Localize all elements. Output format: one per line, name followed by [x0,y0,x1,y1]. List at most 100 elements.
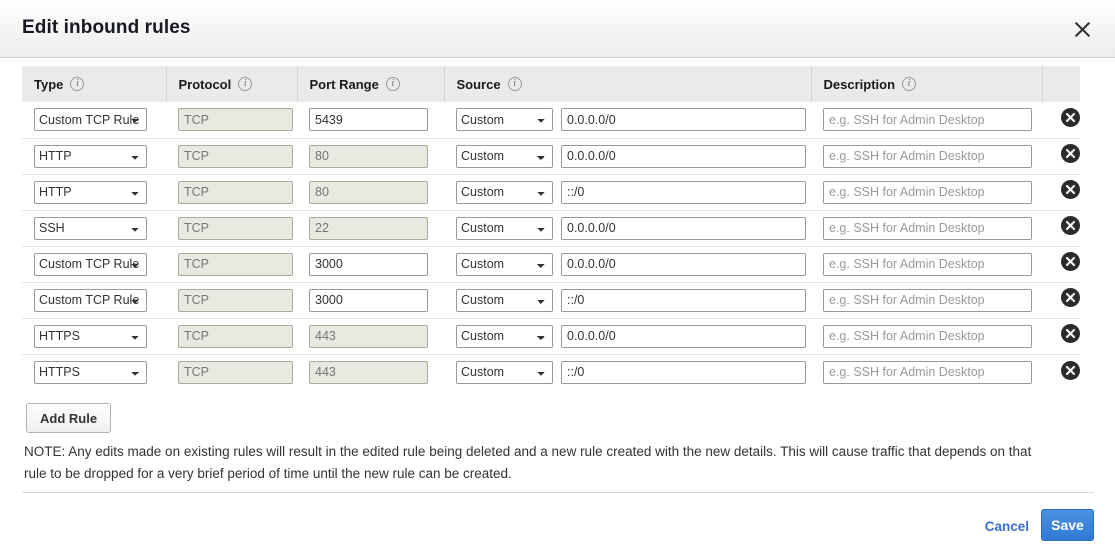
delete-circle-x-icon[interactable] [1060,288,1080,308]
source-kind-select[interactable]: Custom [456,108,553,132]
description-input[interactable] [823,108,1032,132]
description-input[interactable] [823,144,1032,168]
cell-protocol [166,102,297,138]
cell-protocol [166,317,297,354]
cell-type: HTTP [22,173,166,210]
delete-circle-x-icon[interactable] [1060,252,1080,272]
source-kind-select[interactable]: Custom [456,360,553,384]
cell-description [811,317,1042,354]
info-icon-source[interactable]: i [507,77,522,91]
description-input[interactable] [823,252,1032,276]
column-header-description-label: Description [823,76,896,92]
protocol-field [178,324,293,348]
inbound-rules-table: Type i Protocol i Port Range i Source i … [22,66,1080,390]
cell-type: HTTPS [22,317,166,354]
source-value-input[interactable] [561,252,806,276]
cell-delete [1042,137,1080,174]
delete-circle-x-icon[interactable] [1060,216,1080,236]
cell-delete [1042,173,1080,210]
cell-source: Custom [444,173,811,210]
port-range-input[interactable] [309,108,428,132]
type-select[interactable]: HTTP [34,144,147,168]
column-header-type: Type i [22,66,167,102]
cancel-button[interactable]: Cancel [985,519,1029,534]
type-select[interactable]: HTTP [34,180,147,204]
cell-source: Custom [444,317,811,354]
source-kind-select[interactable]: Custom [456,216,553,240]
source-value-input[interactable] [561,216,806,240]
table-row: HTTP Custom [22,173,1080,210]
description-input[interactable] [823,324,1032,348]
delete-circle-x-icon[interactable] [1060,360,1080,380]
cell-source: Custom [444,245,811,282]
cell-protocol [166,245,297,282]
type-select[interactable]: Custom TCP Rule [34,288,147,312]
cell-description [811,209,1042,246]
info-icon-description[interactable]: i [902,77,917,91]
cell-port-range [297,137,444,174]
cell-port-range [297,173,444,210]
source-kind-select[interactable]: Custom [456,324,553,348]
cell-type: SSH [22,209,166,246]
table-row: HTTPS Custom [22,353,1080,390]
port-range-input [309,324,428,348]
column-header-port-range: Port Range i [297,66,445,102]
type-select[interactable]: HTTPS [34,360,147,384]
description-input[interactable] [823,180,1032,204]
cell-type: HTTPS [22,353,166,390]
type-select[interactable]: Custom TCP Rule [34,252,147,276]
delete-circle-x-icon[interactable] [1060,144,1080,164]
cell-delete [1042,209,1080,246]
info-icon-type[interactable]: i [70,77,85,91]
column-header-source: Source i [444,66,812,102]
delete-circle-x-icon[interactable] [1060,180,1080,200]
cell-description [811,173,1042,210]
source-kind-select[interactable]: Custom [456,180,553,204]
cell-delete [1042,102,1080,138]
protocol-field [178,360,293,384]
source-value-input[interactable] [561,144,806,168]
table-row: Custom TCP Rule Custom [22,102,1080,138]
cell-type: HTTP [22,137,166,174]
protocol-field [178,252,293,276]
cell-type: Custom TCP Rule [22,245,166,282]
type-select[interactable]: Custom TCP Rule [34,108,147,132]
port-range-input[interactable] [309,252,428,276]
table-row: SSH Custom [22,209,1080,246]
cell-protocol [166,173,297,210]
description-input[interactable] [823,288,1032,312]
edit-inbound-rules-dialog: Edit inbound rules Type i Protocol i Por… [0,0,1115,556]
source-value-input[interactable] [561,180,806,204]
protocol-field [178,288,293,312]
source-value-input[interactable] [561,108,806,132]
delete-circle-x-icon[interactable] [1060,108,1080,128]
type-select[interactable]: HTTPS [34,324,147,348]
delete-circle-x-icon[interactable] [1060,324,1080,344]
source-value-input[interactable] [561,288,806,312]
info-icon-port-range[interactable]: i [385,77,400,91]
source-kind-select[interactable]: Custom [456,144,553,168]
source-kind-select[interactable]: Custom [456,288,553,312]
protocol-field [178,216,293,240]
description-input[interactable] [823,360,1032,384]
description-input[interactable] [823,216,1032,240]
source-value-input[interactable] [561,360,806,384]
source-value-input[interactable] [561,324,806,348]
cell-port-range [297,245,444,282]
cell-port-range [297,317,444,354]
cell-protocol [166,281,297,318]
info-icon-protocol[interactable]: i [238,77,253,91]
save-button[interactable]: Save [1041,509,1094,541]
cell-description [811,353,1042,390]
type-select[interactable]: SSH [34,216,147,240]
cell-description [811,102,1042,138]
close-icon[interactable] [1065,12,1099,46]
table-row: Custom TCP Rule Custom [22,281,1080,318]
source-kind-select[interactable]: Custom [456,252,553,276]
cell-protocol [166,209,297,246]
add-rule-button[interactable]: Add Rule [26,403,112,433]
port-range-input[interactable] [309,288,428,312]
cell-delete [1042,245,1080,282]
page-title: Edit inbound rules [22,17,191,38]
dialog-titlebar: Edit inbound rules [0,0,1115,58]
